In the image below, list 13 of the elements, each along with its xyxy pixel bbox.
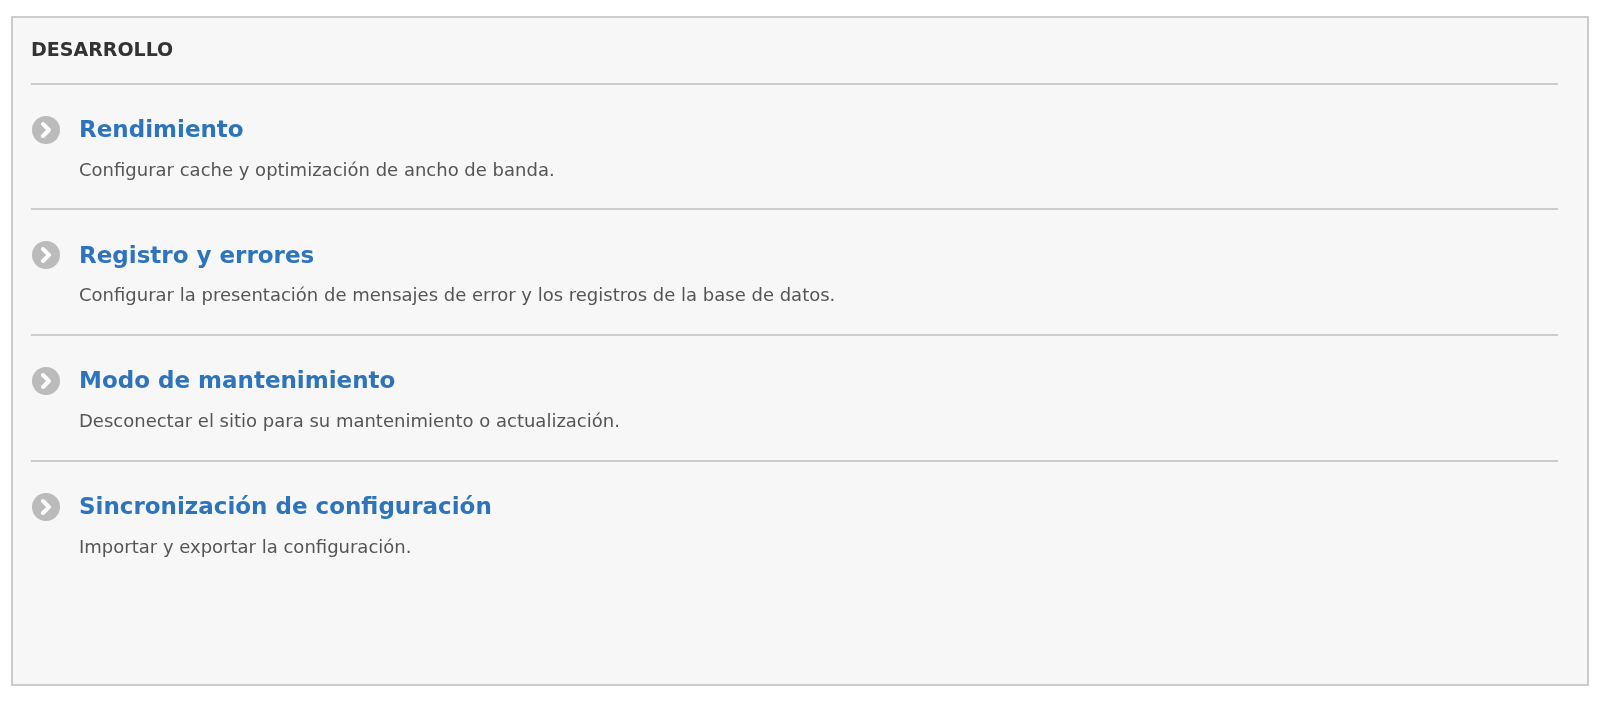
- chevron-icon: [31, 114, 61, 145]
- item-description: Importar y exportar la configuración.: [79, 535, 413, 558]
- item-link[interactable]: Sincronización de configuración: [79, 492, 492, 521]
- item-link[interactable]: Rendimiento: [79, 116, 244, 144]
- section-title: DESARROLLO: [31, 38, 1558, 85]
- item-link[interactable]: Modo de mantenimiento: [79, 367, 396, 395]
- chevron-icon: [31, 366, 61, 396]
- chevron-icon: [31, 491, 61, 522]
- item-description: Configurar la presentación de mensajes de error y los registros de la base de datos.: [79, 284, 837, 306]
- item-link[interactable]: Registro y errores: [79, 241, 315, 270]
- chevron-icon: [31, 240, 61, 271]
- item-description: Desconectar el sitio para su mantenimiento o actualización.: [79, 410, 621, 432]
- item-description: Configurar cache y optimización de ancho de banda.: [79, 158, 556, 181]
